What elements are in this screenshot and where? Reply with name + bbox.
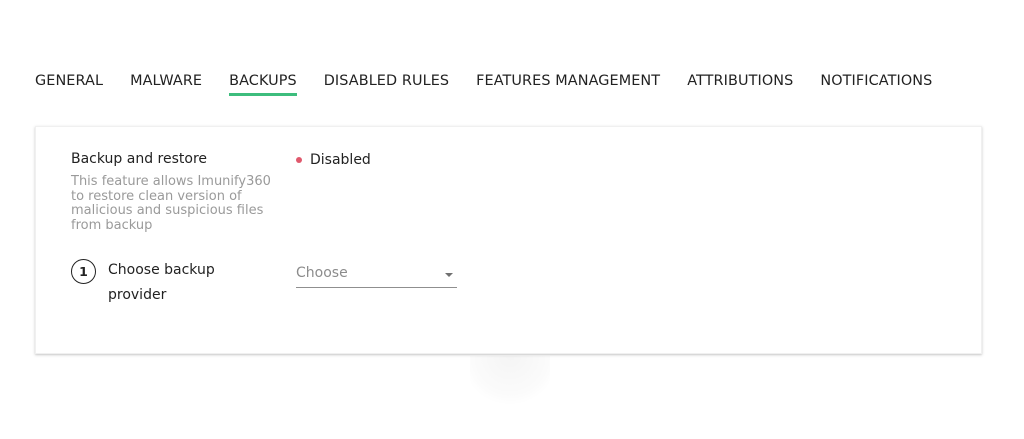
step-number-icon: 1: [71, 259, 96, 284]
settings-tabs: GENERAL MALWARE BACKUPS DISABLED RULES F…: [35, 72, 932, 98]
status-dot-icon: [296, 157, 302, 163]
tab-disabled-rules[interactable]: DISABLED RULES: [324, 72, 449, 96]
tab-general[interactable]: GENERAL: [35, 72, 103, 96]
tab-malware[interactable]: MALWARE: [130, 72, 202, 96]
backup-restore-title: Backup and restore: [71, 151, 208, 167]
tab-notifications[interactable]: NOTIFICATIONS: [820, 72, 932, 96]
select-value: Choose: [296, 265, 348, 281]
tab-backups[interactable]: BACKUPS: [229, 72, 297, 96]
dropdown-arrow-icon: [445, 273, 453, 277]
tab-features-management[interactable]: FEATURES MANAGEMENT: [476, 72, 660, 96]
watermark-logo-icon: [470, 356, 550, 414]
backup-status: Disabled: [296, 152, 371, 168]
backups-card: Backup and restore This feature allows I…: [35, 126, 982, 354]
choose-provider-label: Choose backup provider: [108, 262, 215, 303]
backup-restore-description: This feature allows Imunify360 to restor…: [71, 174, 271, 233]
status-label: Disabled: [310, 152, 371, 168]
tab-attributions[interactable]: ATTRIBUTIONS: [687, 72, 793, 96]
settings-page: GENERAL MALWARE BACKUPS DISABLED RULES F…: [0, 0, 1024, 439]
backup-provider-select[interactable]: Choose: [296, 264, 457, 288]
